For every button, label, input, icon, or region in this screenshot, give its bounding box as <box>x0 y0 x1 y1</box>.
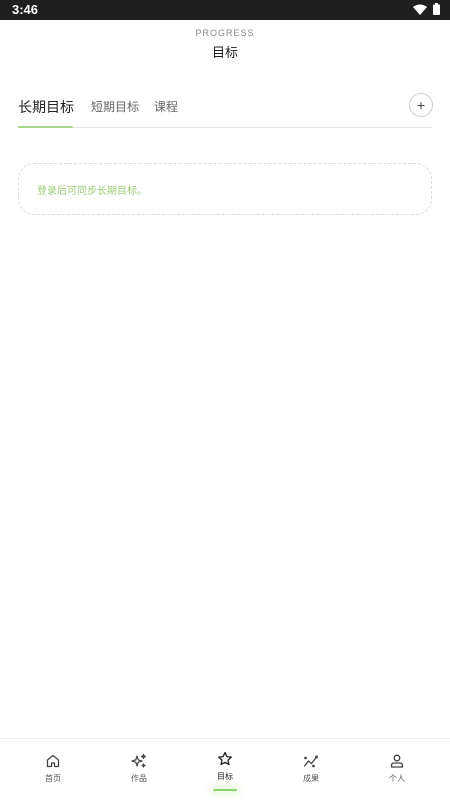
page-title: 目标 <box>211 46 238 61</box>
tab-long-term-goals[interactable]: 长期目标 <box>18 97 74 117</box>
wifi-icon <box>413 4 427 15</box>
active-tab-indicator <box>18 126 73 128</box>
nav-label-achievements: 成果 <box>303 774 319 783</box>
header-eyebrow: PROGRESS <box>195 28 255 38</box>
trend-icon <box>303 755 318 768</box>
nav-active-indicator <box>213 789 237 791</box>
nav-label-works: 作品 <box>131 774 147 783</box>
home-icon <box>46 754 60 768</box>
nav-item-profile[interactable]: 个人 <box>352 739 442 800</box>
nav-item-achievements[interactable]: 成果 <box>266 739 356 800</box>
nav-label-goals: 目标 <box>217 772 233 781</box>
tab-short-term-goals[interactable]: 短期目标 <box>91 98 139 115</box>
empty-state-card: 登录后可同步长期目标。 <box>18 163 432 215</box>
tab-courses[interactable]: 课程 <box>154 98 178 115</box>
status-time: 3:46 <box>12 2 39 17</box>
goal-tabs: 长期目标 短期目标 课程 <box>18 92 432 128</box>
bottom-nav: 首页 作品 目标 成果 个人 <box>0 738 450 800</box>
empty-state-text: 登录后可同步长期目标。 <box>37 186 147 197</box>
page-header: PROGRESS 目标 <box>0 28 450 61</box>
sparkle-icon <box>131 753 147 768</box>
nav-item-works[interactable]: 作品 <box>94 739 184 800</box>
status-icons <box>413 3 440 15</box>
nav-label-profile: 个人 <box>389 774 405 783</box>
star-icon <box>218 751 232 766</box>
status-bar: 3:46 <box>0 0 450 20</box>
battery-icon <box>433 3 440 15</box>
person-icon <box>390 754 404 768</box>
nav-item-home[interactable]: 首页 <box>8 739 98 800</box>
nav-label-home: 首页 <box>45 774 61 783</box>
add-goal-button[interactable]: + <box>409 93 433 117</box>
nav-item-goals[interactable]: 目标 <box>180 739 270 800</box>
